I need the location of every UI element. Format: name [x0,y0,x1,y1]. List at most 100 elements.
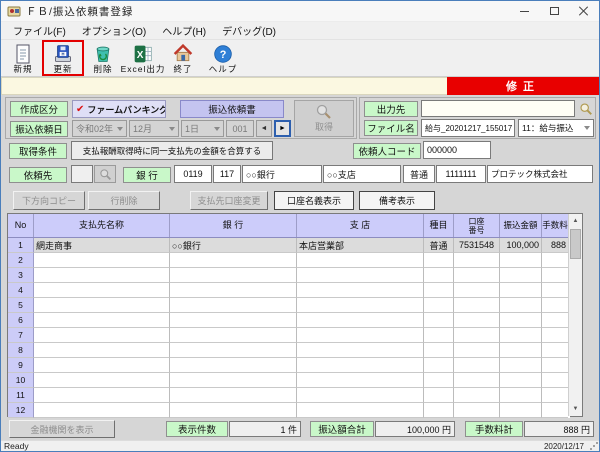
cell-account[interactable] [454,268,500,283]
cell-account[interactable] [454,388,500,403]
table-row[interactable]: 5 [8,298,570,313]
cell-branch[interactable] [297,358,424,373]
close-button[interactable] [569,1,599,21]
cell-amount[interactable] [500,268,542,283]
cell-type[interactable] [424,358,454,373]
farm-banking-option[interactable]: ✔ ファームバンキング [72,100,166,118]
account-type-field[interactable]: 普通 [403,165,435,183]
sequence-field[interactable]: 001 [226,120,254,137]
get-button[interactable]: 取得 [294,100,354,137]
cell-account[interactable] [454,313,500,328]
cell-payee[interactable] [34,328,170,343]
cell-bank[interactable] [170,283,297,298]
cell-branch[interactable]: 本店営業部 [297,238,424,253]
show-account-name-button[interactable]: 口座名義表示 [274,191,354,210]
requester-code-field[interactable] [71,165,93,183]
file-name-input[interactable]: 給与_20201217_155017 [421,119,515,137]
cell-type[interactable] [424,283,454,298]
cell-account[interactable] [454,328,500,343]
cell-branch[interactable] [297,313,424,328]
cell-amount[interactable] [500,373,542,388]
cell-payee[interactable] [34,373,170,388]
minimize-button[interactable] [509,1,539,21]
account-number-field[interactable]: 1111111 [436,165,486,183]
bank-name-field[interactable]: ○○銀行 [242,165,322,183]
scrollbar-thumb[interactable] [570,229,581,259]
cell-amount[interactable]: 100,000 [500,238,542,253]
show-remarks-button[interactable]: 備考表示 [359,191,435,210]
cell-bank[interactable] [170,403,297,418]
month-select[interactable]: 12月 [129,120,179,137]
cell-account[interactable] [454,373,500,388]
file-type-select[interactable]: 11：給与振込 [518,119,594,137]
toolbar-delete-button[interactable]: 削除 [83,41,123,75]
cell-type[interactable] [424,268,454,283]
cell-branch[interactable] [297,373,424,388]
cell-branch[interactable] [297,403,424,418]
cell-account[interactable] [454,253,500,268]
toolbar-update-button[interactable]: H 更新 [42,40,84,76]
resize-grip-icon[interactable] [589,441,598,450]
menu-options[interactable]: オプション(O) [74,23,154,38]
cell-fee[interactable] [542,373,568,388]
table-row[interactable]: 11 [8,388,570,403]
cell-bank[interactable] [170,313,297,328]
scroll-down-icon[interactable]: ▼ [569,402,582,416]
cell-amount[interactable] [500,358,542,373]
cell-amount[interactable] [500,313,542,328]
table-row[interactable]: 12 [8,403,570,418]
cell-bank[interactable]: ○○銀行 [170,238,297,253]
cell-amount[interactable] [500,388,542,403]
next-button[interactable]: ► [274,120,291,137]
toolbar-new-button[interactable]: 新規 [3,41,43,75]
cell-payee[interactable] [34,358,170,373]
cell-amount[interactable] [500,253,542,268]
table-row[interactable]: 8 [8,343,570,358]
cell-fee[interactable] [542,358,568,373]
cell-fee[interactable] [542,283,568,298]
cell-fee[interactable] [542,268,568,283]
menu-debug[interactable]: デバッグ(D) [214,23,284,38]
cell-branch[interactable] [297,298,424,313]
cell-payee[interactable] [34,403,170,418]
cell-branch[interactable] [297,388,424,403]
cell-payee[interactable] [34,268,170,283]
delete-row-button[interactable]: 行削除 [88,191,160,210]
maximize-button[interactable] [539,1,569,21]
cell-amount[interactable] [500,403,542,418]
cell-fee[interactable] [542,343,568,358]
transfer-request-doc-button[interactable]: 振込依頼書 [180,100,284,118]
cell-amount[interactable] [500,328,542,343]
table-row[interactable]: 6 [8,313,570,328]
cell-amount[interactable] [500,298,542,313]
copy-down-button[interactable]: 下方向コピー [13,191,85,210]
cell-account[interactable] [454,358,500,373]
cell-bank[interactable] [170,253,297,268]
toolbar-excel-button[interactable]: X Excel出力 [121,41,164,75]
scroll-up-icon[interactable]: ▲ [569,214,582,228]
cell-payee[interactable] [34,343,170,358]
table-scrollbar[interactable]: ▲ ▼ [568,214,582,416]
table-row[interactable]: 9 [8,358,570,373]
prev-button[interactable]: ◄ [256,120,272,137]
cell-amount[interactable] [500,343,542,358]
cell-account[interactable] [454,343,500,358]
cell-bank[interactable] [170,388,297,403]
cell-fee[interactable]: 888 [542,238,568,253]
cell-type[interactable]: 普通 [424,238,454,253]
table-row[interactable]: 2 [8,253,570,268]
branch-code-field[interactable]: 117 [213,165,241,183]
cell-type[interactable] [424,253,454,268]
table-row[interactable]: 1 網走商事 ○○銀行 本店営業部 普通 7531548 100,000 888 [8,238,570,253]
bank-code-field[interactable]: 0119 [174,165,212,183]
sum-amounts-button[interactable]: 支払報酬取得時に同一支払先の金額を合算する [71,141,273,160]
cell-bank[interactable] [170,358,297,373]
cell-type[interactable] [424,328,454,343]
cell-type[interactable] [424,298,454,313]
show-banks-button[interactable]: 金融機関を表示 [9,420,115,438]
change-payee-account-button[interactable]: 支払先口座変更 [190,191,268,210]
company-name-field[interactable]: プロテック株式会社 [487,165,593,183]
cell-branch[interactable] [297,283,424,298]
cell-bank[interactable] [170,298,297,313]
cell-type[interactable] [424,403,454,418]
